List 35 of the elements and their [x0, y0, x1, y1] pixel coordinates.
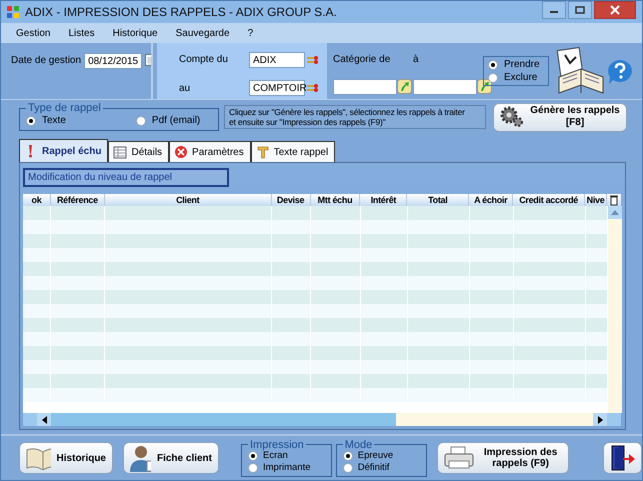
date-label: Date de gestion [11, 55, 82, 66]
group-title: Type de rappel [27, 103, 102, 113]
tab[interactable]: Texte rappel [250, 141, 336, 162]
print-button[interactable]: Impression des rappels (F9) [436, 442, 569, 474]
radio-label: Exclure [504, 72, 538, 83]
tab[interactable]: Détails [108, 141, 170, 162]
radio-label: Prendre [504, 59, 540, 70]
history-button[interactable]: Historique [19, 442, 113, 474]
account-to-field[interactable]: COMPTOIR [249, 80, 305, 96]
radio-label: Imprimante [263, 462, 311, 474]
client-card-button[interactable]: Fiche client [123, 442, 219, 474]
menu-item[interactable]: Historique [106, 28, 169, 38]
group-title: Mode [344, 440, 374, 450]
panel-title: Modification du niveau de rappel [23, 168, 229, 187]
menu-item[interactable]: Gestion [9, 28, 62, 38]
field-label: à [413, 54, 420, 64]
radio-label: Pdf (email) [152, 115, 200, 126]
field-label: Compte du [179, 54, 229, 66]
field-label: au [179, 82, 192, 94]
menu-item[interactable]: ? [240, 28, 264, 38]
instruction-text: Cliquez sur "Génère les rappels", sélectionnez les rappels à traiter et ensuite sur "Impression des rappels (F9)" [224, 105, 486, 129]
tab[interactable]: Rappel échu [19, 139, 108, 162]
field-label: Catégorie de [333, 54, 392, 64]
radio-label: Epreuve [358, 450, 394, 462]
date-field[interactable]: 08/12/2015 [84, 53, 142, 69]
window-title: ADIX - IMPRESSION DES RAPPELS - ADIX GROUP S.A. [25, 5, 337, 19]
generate-button[interactable]: Génère les rappels [F8] [493, 102, 627, 132]
tab[interactable]: Paramètres [169, 141, 251, 162]
radio-label: Définitif [358, 462, 390, 474]
menu-item[interactable]: Sauvegarde [168, 28, 241, 38]
account-from-field[interactable]: ADIX [249, 52, 305, 68]
menu-item[interactable]: Listes [61, 28, 106, 38]
group-title: Impression [249, 440, 305, 450]
radio-label: Ecran [263, 450, 288, 462]
radio-label: Texte [42, 115, 66, 126]
